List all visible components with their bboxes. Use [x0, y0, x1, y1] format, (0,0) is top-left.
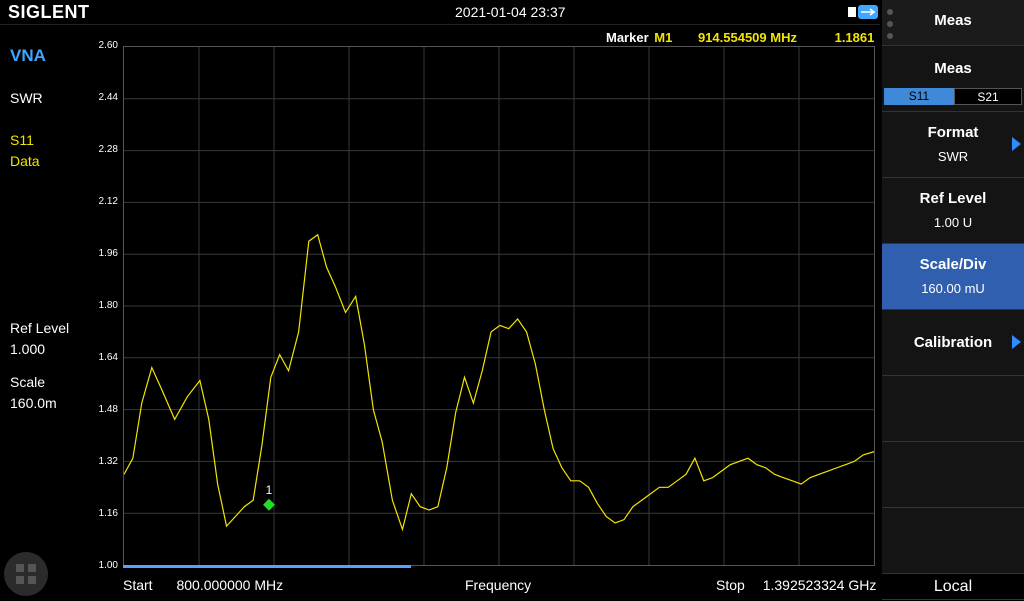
- trace-label: S11: [10, 132, 34, 148]
- mode-label: VNA: [10, 46, 46, 65]
- marker-value: 1.1861: [834, 30, 875, 45]
- local-button[interactable]: Local: [882, 574, 1024, 600]
- stop-freq: Stop 1.392523324 GHz: [716, 577, 876, 593]
- swr-chart[interactable]: 1: [123, 46, 875, 566]
- grid-icon: [16, 564, 36, 584]
- brand-logo: SIGLENT: [8, 2, 90, 22]
- y-tick-label: 1.32: [98, 456, 118, 467]
- y-tick-label: 1.80: [98, 300, 118, 311]
- chevron-right-icon: [1012, 137, 1021, 151]
- y-tick-label: 2.28: [98, 144, 118, 155]
- y-tick-label: 2.60: [98, 40, 118, 51]
- marker-readout: Marker M1 914.554509 MHz 1.1861: [606, 30, 874, 45]
- menu-header: Meas: [882, 0, 1024, 46]
- menu-grip-icon: [887, 9, 893, 39]
- y-tick-label: 2.44: [98, 92, 118, 103]
- status-bar: [0, 0, 880, 25]
- chart-grid: [124, 47, 874, 565]
- marker-frequency: 914.554509 MHz: [697, 30, 797, 45]
- datetime: 2021-01-04 23:37: [455, 4, 566, 20]
- marker-flag-label: 1: [266, 483, 273, 497]
- marker-m1: 1: [263, 483, 275, 511]
- chevron-right-icon: [1012, 335, 1021, 349]
- sweep-progress-bar: [123, 565, 411, 568]
- marker-id: M1: [654, 30, 673, 45]
- y-tick-label: 1.48: [98, 404, 118, 415]
- scale-label: Scale: [10, 374, 46, 390]
- empty-softkey[interactable]: [882, 376, 1024, 442]
- trace-type-label: Data: [10, 153, 40, 169]
- y-tick-label: 1.64: [98, 352, 118, 363]
- start-value: 800.000000 MHz: [176, 577, 284, 593]
- start-label: Start: [123, 577, 153, 593]
- scale-value: 160.0m: [10, 395, 57, 411]
- y-tick-label: 1.16: [98, 508, 118, 519]
- ref-level-value: 1.000: [10, 341, 46, 357]
- calibration-button[interactable]: Calibration: [882, 310, 1024, 376]
- format-label: SWR: [10, 90, 43, 106]
- home-button[interactable]: [4, 552, 48, 596]
- scale-div-button[interactable]: Scale/Div 160.00 mU: [882, 244, 1024, 310]
- ref-level-label: Ref Level: [10, 320, 70, 336]
- y-tick-label: 2.12: [98, 196, 118, 207]
- stop-label: Stop: [716, 577, 745, 593]
- tab-s21[interactable]: S21: [954, 88, 1022, 105]
- y-tick-label: 1.96: [98, 248, 118, 259]
- tab-s11[interactable]: S11: [884, 88, 954, 105]
- x-axis-label: Frequency: [465, 577, 532, 593]
- format-button[interactable]: Format SWR: [882, 112, 1024, 178]
- stop-value: 1.392523324 GHz: [762, 577, 877, 593]
- start-freq: Start 800.000000 MHz: [123, 577, 283, 593]
- softkey-menu: Meas Meas S11 S21 Format SWR Ref Level 1…: [882, 0, 1024, 600]
- usb-icon: [848, 5, 878, 19]
- ref-level-button[interactable]: Ref Level 1.00 U: [882, 178, 1024, 244]
- empty-softkey[interactable]: [882, 508, 1024, 574]
- y-tick-label: 1.00: [98, 560, 118, 571]
- empty-softkey[interactable]: [882, 442, 1024, 508]
- marker-label: Marker: [606, 30, 649, 45]
- marker-diamond: [263, 498, 275, 511]
